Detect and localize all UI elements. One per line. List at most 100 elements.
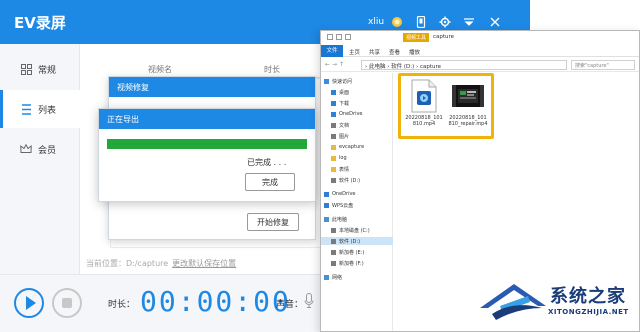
minimize-tray-icon[interactable] [462,15,476,29]
folder-icon [331,111,336,117]
quick-access-toolbar[interactable] [327,34,351,40]
nav-item[interactable]: 网络 [321,273,393,281]
nav-item-label: 新加卷 (F:) [339,260,364,267]
folder-icon [324,202,329,208]
avatar-icon[interactable] [390,15,404,29]
sidebar-item-membership[interactable]: 会员 [0,130,80,168]
nav-item-label: 文档 [339,122,350,129]
folder-icon [331,89,336,95]
nav-item[interactable]: 下载 [321,99,393,107]
watermark-title: 系统之家 [550,286,626,307]
folder-icon [331,249,336,255]
nav-item[interactable]: OneDrive [321,190,393,198]
sidebar-item-list[interactable]: 列表 [0,90,80,128]
nav-item[interactable]: 软件 (D:) [321,176,393,184]
folder-icon [331,260,336,266]
done-button[interactable]: 完成 [245,173,295,191]
nav-arrows-icon[interactable]: ←→↑ [325,61,346,68]
file-item[interactable]: 20220818_101810.mp4 [404,79,444,127]
export-dialog: 正在导出 已完成 . . . 完成 [98,108,316,202]
start-repair-button[interactable]: 开始修复 [247,213,299,231]
sidebar-item-general[interactable]: 常规 [0,50,80,88]
duration-label: 时长： [108,300,136,310]
volume-label: 声音： [276,300,304,310]
change-location-link[interactable]: 更改默认保存位置 [172,259,236,268]
export-dialog-title: 正在导出 [99,109,315,129]
export-progress-fill [107,139,307,149]
explorer-window-title: capture [433,34,455,40]
folder-icon [324,191,329,197]
app-title: EV录屏 [14,14,66,32]
ribbon-tab-view[interactable]: 查看 [389,48,400,56]
explorer-title-bar: 视频工具 capture [321,31,639,45]
nav-item[interactable]: 快速访问 [321,77,393,85]
nav-item-label: 图片 [339,133,350,140]
folder-icon [331,177,336,183]
ribbon-tab-play[interactable]: 播放 [409,48,420,56]
address-row: ←→↑ › 此电脑 › 软件 (D:) › capture 搜索"capture… [321,58,639,72]
folder-icon [324,78,329,84]
nav-item[interactable]: 桌面 [321,88,393,96]
file-name: 20220818_101810.mp4 [405,115,443,127]
ribbon-tab-file[interactable]: 文件 [321,45,343,57]
ribbon-tab-share[interactable]: 共享 [369,48,380,56]
column-header-duration[interactable]: 时长 [264,64,280,75]
sidebar-item-label: 列表 [38,105,57,116]
ribbon-tab-home[interactable]: 主页 [349,48,360,56]
sidebar: 常规 列表 会员 [0,44,80,274]
ribbon-tabs: 文件 主页 共享 查看 播放 [321,45,639,57]
file-item[interactable]: 20220818_101810_repair.mp4 [448,79,488,127]
nav-item-label: 软件 (D:) [339,238,361,245]
phone-icon[interactable] [414,15,428,29]
nav-item[interactable]: OneDrive [321,110,393,118]
search-input[interactable]: 搜索"capture" [571,60,635,70]
export-progress-bar [107,139,307,149]
grid-icon [20,63,32,75]
nav-item[interactable]: 文档 [321,121,393,129]
nav-item[interactable]: 新加卷 (F:) [321,259,393,267]
nav-item[interactable]: 软件 (D:) [321,237,393,245]
nav-item[interactable]: log [321,154,393,162]
column-header-name[interactable]: 视频名 [148,64,172,75]
folder-icon [331,133,336,139]
nav-item[interactable]: 此电脑 [321,215,393,223]
user-name[interactable]: xliu [368,17,384,27]
microphone-icon[interactable] [304,293,314,309]
nav-item-label: 本地磁盘 (C:) [339,227,370,234]
watermark: 系统之家 XITONGZHIJIA.NET [474,270,640,332]
video-thumbnail-icon [451,79,485,113]
nav-item-label: 软件 (D:) [339,177,361,184]
nav-item[interactable]: WPS云盘 [321,201,393,209]
nav-item-label: evcapture [339,144,365,150]
folder-icon [331,238,336,244]
nav-item[interactable]: 本地磁盘 (C:) [321,226,393,234]
nav-item[interactable]: 新加卷 (E:) [321,248,393,256]
export-status: 已完成 . . . [247,158,287,167]
recording-timer: 00:00:00 [140,285,291,318]
nav-item[interactable]: 表情 [321,165,393,173]
watermark-url: XITONGZHIJIA.NET [548,308,629,316]
nav-item-label: 网络 [332,274,343,281]
navigation-pane: 快速访问桌面下载 OneDrive 文档图片 evcapture log 表情软件 (D:… [321,73,393,331]
folder-icon [331,155,336,161]
nav-item-label: log [339,155,347,161]
address-bar[interactable]: › 此电脑 › 软件 (D:) › capture [361,60,567,70]
save-location: 当前位置：D:/capture 更改默认保存位置 [86,258,236,269]
sidebar-item-label: 常规 [38,65,57,76]
nav-item-label: 桌面 [339,89,350,96]
nav-item-label: 新加卷 (E:) [339,249,365,256]
nav-item-label: 下载 [339,100,350,107]
house-logo-icon [480,284,546,320]
nav-item-label: OneDrive [339,111,363,117]
crown-icon [20,143,32,155]
nav-item[interactable]: 图片 [321,132,393,140]
nav-item-label: 此电脑 [332,216,348,223]
record-stop-button[interactable] [52,288,82,318]
sidebar-item-label: 会员 [38,145,57,156]
nav-item[interactable]: evcapture [321,143,393,151]
close-icon[interactable] [488,15,502,29]
record-start-button[interactable] [14,288,44,318]
folder-icon [331,144,336,150]
video-tools-tab[interactable]: 视频工具 [403,33,430,42]
gear-icon[interactable] [438,15,452,29]
